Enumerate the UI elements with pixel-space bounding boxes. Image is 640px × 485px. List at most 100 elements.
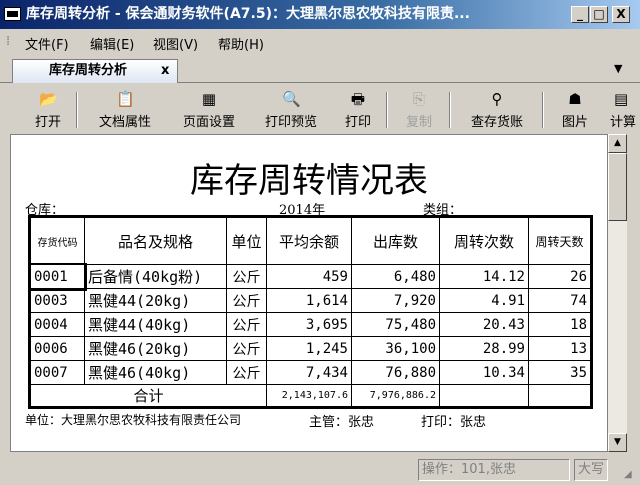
status-bar: 操作：101,张忠 大写 ◢	[0, 455, 640, 485]
table-header-row: 存货代码 品名及规格 单位 平均余额 出库数 周转次数 周转天数	[29, 216, 592, 265]
cell-avg-balance: 7,434	[266, 360, 352, 385]
grip-icon: ⁞	[6, 34, 11, 49]
magnifier-icon: ⚲	[491, 90, 503, 108]
total-avg-balance: 2,143,107.6	[266, 384, 352, 408]
cell-turnover-times: 10.34	[439, 360, 529, 385]
tab-inventory-turnover[interactable]: 库存周转分析 x	[12, 59, 178, 83]
status-caps: 大写	[574, 459, 608, 481]
menu-help[interactable]: 帮助(H)	[218, 34, 264, 53]
cell-turnover-days: 74	[528, 288, 592, 313]
scroll-up-button[interactable]: ▲	[608, 134, 627, 153]
page-setup-icon: ▦	[201, 90, 217, 108]
minimize-button[interactable]: _	[571, 6, 589, 23]
open-folder-icon: 📂	[39, 90, 58, 108]
header-code: 存货代码	[29, 216, 85, 265]
footer-supervisor: 主管：张忠	[309, 415, 375, 430]
cell-turnover-days: 26	[528, 264, 592, 289]
table-row: 0004 黑健44(40kg) 公斤 3,695 75,480 20.43 18	[29, 312, 592, 337]
menu-edit[interactable]: 编辑(E)	[90, 34, 134, 53]
cell-turnover-times: 28.99	[439, 336, 529, 361]
cell-turnover-times: 14.12	[439, 264, 529, 289]
document-properties-icon: 📋	[116, 90, 135, 108]
cell-avg-balance: 1,614	[266, 288, 352, 313]
table-row: 0003 黑健44(20kg) 公斤 1,614 7,920 4.91 74	[29, 288, 592, 313]
cell-code[interactable]: 0004	[29, 312, 85, 337]
cell-outbound: 6,480	[351, 264, 440, 289]
total-turnover-times	[439, 384, 529, 408]
toolbar-separator	[449, 92, 451, 128]
cell-unit: 公斤	[226, 288, 267, 313]
total-turnover-days	[528, 384, 592, 408]
cell-name: 黑健46(40kg)	[84, 360, 227, 385]
cell-turnover-days: 13	[528, 336, 592, 361]
print-preview-button[interactable]: 🔍 打印预览	[258, 88, 324, 132]
table-row: 0006 黑健46(20kg) 公斤 1,245 36,100 28.99 13	[29, 336, 592, 361]
toolbar: 📂 打开 📋 文档属性 ▦ 页面设置 🔍 打印预览 🖶 打印 ⎘ 复制 ⚲ 查存货账 ☗ 图片 …	[0, 84, 640, 134]
total-row: 合计 2,143,107.6 7,976,886.2	[29, 384, 592, 408]
resize-grip-icon[interactable]: ◢	[624, 469, 632, 480]
tab-close-icon[interactable]: x	[161, 60, 169, 82]
cell-unit: 公斤	[226, 264, 267, 289]
maximize-button[interactable]: □	[590, 6, 608, 23]
menu-bar: ⁞ 文件(F) 编辑(E) 视图(V) 帮助(H)	[0, 30, 640, 54]
cell-name: 后备情(40kg粉)	[84, 264, 227, 289]
tab-strip: 库存周转分析 x ▼	[0, 56, 640, 83]
header-turnover-days: 周转天数	[528, 216, 592, 265]
tab-label: 库存周转分析	[49, 63, 128, 78]
report-view[interactable]: 库存周转情况表 仓库： 2014年 类组： 存货代码 品名及规格 单位 平均余额…	[10, 134, 608, 452]
cell-code[interactable]: 0006	[29, 336, 85, 361]
toolbar-separator	[76, 92, 78, 128]
header-name: 品名及规格	[84, 216, 227, 265]
table-row: 0007 黑健46(40kg) 公斤 7,434 76,880 10.34 35	[29, 360, 592, 385]
cell-unit: 公斤	[226, 360, 267, 385]
cell-turnover-days: 35	[528, 360, 592, 385]
title-bar: 库存周转分析 - 保会通财务软件(A7.5)：大理黑尔思农牧科技有限责...	[0, 0, 640, 29]
cell-unit: 公斤	[226, 336, 267, 361]
total-outbound: 7,976,886.2	[351, 384, 440, 408]
scroll-down-button[interactable]: ▼	[608, 433, 627, 452]
toolbar-separator	[386, 92, 388, 128]
cell-turnover-times: 20.43	[439, 312, 529, 337]
print-button[interactable]: 🖶 打印	[340, 88, 376, 132]
picture-button[interactable]: ☗ 图片	[557, 88, 593, 132]
cell-name: 黑健44(20kg)	[84, 288, 227, 313]
table-row: 0001 后备情(40kg粉) 公斤 459 6,480 14.12 26	[27, 262, 592, 291]
cell-turnover-times: 4.91	[439, 288, 529, 313]
cell-name: 黑健44(40kg)	[84, 312, 227, 337]
calculate-button[interactable]: ▤ 计算	[610, 88, 640, 132]
status-operator: 操作：101,张忠	[418, 459, 570, 481]
cell-code[interactable]: 0007	[29, 360, 85, 385]
view-stock-ledger-button[interactable]: ⚲ 查存货账	[464, 88, 530, 132]
page-setup-button[interactable]: ▦ 页面设置	[176, 88, 242, 132]
cell-outbound: 76,880	[351, 360, 440, 385]
cell-unit: 公斤	[226, 312, 267, 337]
app-icon[interactable]	[4, 7, 21, 21]
close-button[interactable]: X	[612, 6, 630, 23]
copy-icon: ⎘	[412, 90, 425, 108]
document-properties-button[interactable]: 📋 文档属性	[92, 88, 158, 132]
cell-code[interactable]: 0003	[29, 288, 85, 313]
open-button[interactable]: 📂 打开	[30, 88, 66, 132]
report-title: 库存周转情况表	[190, 161, 428, 201]
scroll-thumb[interactable]	[608, 153, 627, 221]
menu-file[interactable]: 文件(F)	[25, 34, 69, 53]
header-outbound: 出库数	[351, 216, 440, 265]
cell-avg-balance: 3,695	[266, 312, 352, 337]
tab-overflow-icon[interactable]: ▼	[614, 62, 622, 75]
vertical-scrollbar[interactable]: ▲ ▼	[608, 134, 627, 452]
header-avg-balance: 平均余额	[266, 216, 352, 265]
footer-unit: 单位：大理黑尔思农牧科技有限责任公司	[25, 413, 242, 427]
cell-outbound: 36,100	[351, 336, 440, 361]
menu-view[interactable]: 视图(V)	[153, 34, 198, 53]
print-preview-icon: 🔍	[282, 90, 301, 108]
footer-printer: 打印：张忠	[421, 415, 487, 430]
cell-turnover-days: 18	[528, 312, 592, 337]
calculator-icon: ▤	[614, 90, 629, 108]
picture-icon: ☗	[568, 90, 582, 108]
cell-outbound: 7,920	[351, 288, 440, 313]
cell-name: 黑健46(20kg)	[84, 336, 227, 361]
cell-avg-balance: 1,245	[266, 336, 352, 361]
total-label: 合计	[29, 384, 267, 408]
cell-code[interactable]: 0001	[27, 262, 87, 291]
copy-button[interactable]: ⎘ 复制	[401, 88, 437, 132]
